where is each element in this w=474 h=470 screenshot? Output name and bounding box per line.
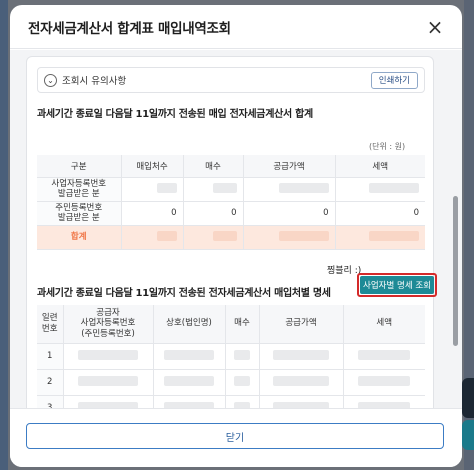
summary-header: 구분	[37, 155, 122, 178]
row-number: 1	[37, 343, 64, 370]
total-label: 합계	[37, 225, 122, 250]
cell-value	[259, 369, 344, 396]
handwritten-note: 찡블리 :)	[327, 266, 362, 276]
summary-header: 매수	[183, 155, 244, 178]
cell-value	[343, 369, 425, 396]
cell-value	[225, 395, 260, 408]
redacted-value	[358, 349, 411, 360]
redacted-value	[278, 182, 329, 193]
total-row: 합계	[37, 225, 425, 250]
cell-value: 0	[183, 201, 244, 226]
content-card: ⌄ 조회시 유의사항 인쇄하기 과세기간 종료일 다음달 11일까지 전송된 매…	[26, 56, 437, 408]
cell-value	[335, 225, 425, 250]
cell-value	[183, 177, 244, 202]
cell-value	[225, 369, 260, 396]
detail-header: 매수	[225, 305, 260, 344]
scrollbar-thumb[interactable]	[453, 196, 458, 346]
modal-body: ⌄ 조회시 유의사항 인쇄하기 과세기간 종료일 다음달 11일까지 전송된 매…	[10, 50, 462, 408]
detail-header: 공급자 사업자등록번호 (주민등록번호)	[63, 305, 154, 344]
close-button[interactable]: 닫기	[26, 423, 444, 449]
cell-value	[243, 177, 336, 202]
cell-value	[153, 395, 226, 408]
redacted-value	[164, 375, 214, 386]
redacted-value	[234, 349, 250, 360]
modal-header: 전자세금계산서 합계표 매입내역조회 ×	[10, 5, 462, 49]
summary-header: 세액	[335, 155, 425, 178]
print-button[interactable]: 인쇄하기	[370, 71, 418, 89]
redacted-value	[212, 230, 237, 241]
table-row: 사업자등록번호 발급받은 분	[37, 177, 425, 202]
notice-label: 조회시 유의사항	[62, 76, 127, 87]
cell-value	[343, 343, 425, 370]
modal-title: 전자세금계산서 합계표 매입내역조회	[28, 20, 231, 37]
cell-value	[121, 225, 184, 250]
unit-label: (단위 : 원)	[369, 142, 406, 151]
detail-header: 상호(법인명)	[153, 305, 226, 344]
business-detail-button[interactable]: 사업자별 명세 조회	[357, 273, 437, 297]
detail-table: 일련 번호 공급자 사업자등록번호 (주민등록번호) 상호(법인명) 매수 공급…	[37, 305, 425, 408]
row-number: 2	[37, 369, 64, 396]
summary-table: 구분 매입처수 매수 공급가액 세액 사업자등록번호 발급받은 분 주민등록번호…	[37, 155, 425, 250]
detail-header: 세액	[343, 305, 425, 344]
cell-value	[343, 395, 425, 408]
cell-value	[63, 343, 154, 370]
table-row: 주민등록번호 발급받은 분 0 0 0 0	[37, 201, 425, 226]
redacted-value	[212, 182, 237, 193]
summary-header: 매입처수	[121, 155, 184, 178]
redacted-value	[234, 375, 250, 386]
redacted-value	[369, 182, 419, 193]
redacted-value	[273, 375, 329, 386]
table-row[interactable]: 3	[37, 395, 425, 408]
cell-value	[335, 177, 425, 202]
detail-header: 공급가액	[259, 305, 344, 344]
business-detail-button-label: 사업자별 명세 조회	[360, 276, 434, 294]
side-tab[interactable]	[462, 378, 474, 418]
redacted-value	[278, 230, 329, 241]
notice-accordion[interactable]: ⌄ 조회시 유의사항 인쇄하기	[37, 67, 425, 93]
detail-header: 일련 번호	[37, 305, 64, 344]
row-label: 주민등록번호 발급받은 분	[37, 201, 122, 226]
cell-value	[153, 369, 226, 396]
cell-value	[121, 177, 184, 202]
table-row[interactable]: 2	[37, 369, 425, 396]
backdrop-left	[0, 0, 8, 470]
redacted-value	[358, 375, 411, 386]
table-row[interactable]: 1	[37, 343, 425, 370]
chevron-down-icon: ⌄	[44, 73, 57, 87]
summary-title: 과세기간 종료일 다음달 11일까지 전송된 매입 전자세금계산서 합계	[37, 109, 313, 120]
cell-value: 0	[335, 201, 425, 226]
side-tab-secondary[interactable]	[462, 420, 474, 450]
cell-value	[259, 343, 344, 370]
cell-value	[259, 395, 344, 408]
cell-value: 0	[243, 201, 336, 226]
cell-value	[153, 343, 226, 370]
row-number: 3	[37, 395, 64, 408]
redacted-value	[369, 230, 419, 241]
cell-value: 0	[121, 201, 184, 226]
redacted-value	[78, 375, 138, 386]
redacted-value	[273, 349, 329, 360]
detail-title: 과세기간 종료일 다음달 11일까지 전송된 전자세금계산서 매입처별 명세	[37, 288, 331, 299]
modal-footer: 닫기	[10, 408, 462, 467]
cell-value	[243, 225, 336, 250]
summary-header: 공급가액	[243, 155, 336, 178]
cell-value	[183, 225, 244, 250]
cell-value	[225, 343, 260, 370]
modal-dialog: 전자세금계산서 합계표 매입내역조회 × ⌄ 조회시 유의사항 인쇄하기 과세기…	[10, 5, 462, 467]
redacted-value	[156, 230, 177, 241]
row-label: 사업자등록번호 발급받은 분	[37, 177, 122, 202]
cell-value	[63, 369, 154, 396]
close-icon[interactable]: ×	[424, 15, 446, 39]
redacted-value	[78, 349, 138, 360]
redacted-value	[164, 349, 214, 360]
redacted-value	[156, 182, 177, 193]
detail-header-row: 일련 번호 공급자 사업자등록번호 (주민등록번호) 상호(법인명) 매수 공급…	[37, 305, 425, 344]
scrollbar[interactable]	[452, 54, 458, 404]
summary-header-row: 구분 매입처수 매수 공급가액 세액	[37, 155, 425, 178]
cell-value	[63, 395, 154, 408]
